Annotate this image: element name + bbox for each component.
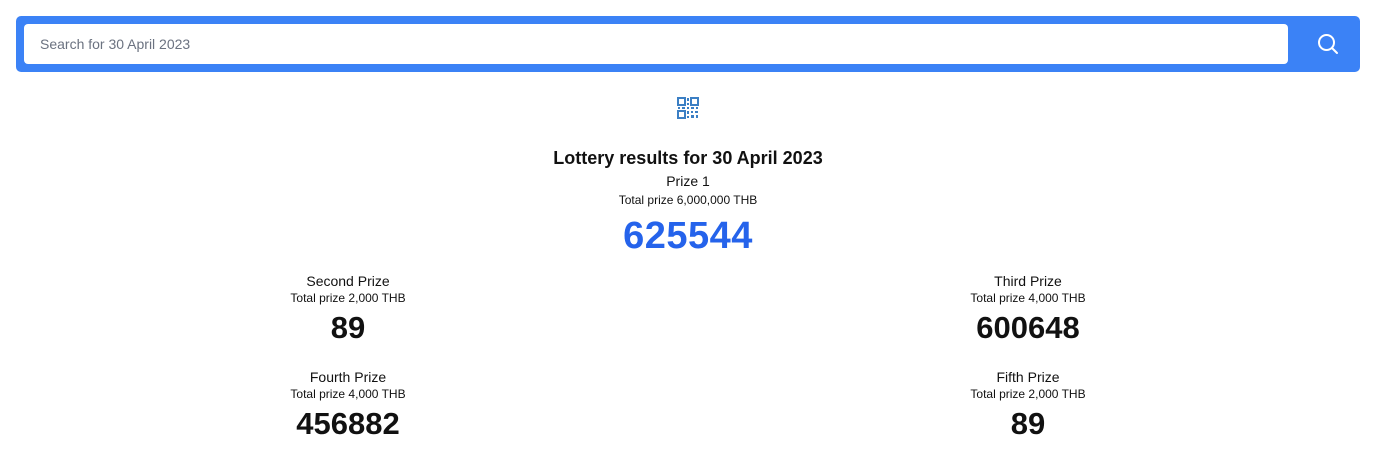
search-bar (16, 16, 1360, 72)
prize-total: Total prize 2,000 THB (970, 387, 1086, 401)
third-prize: Third Prize Total prize 4,000 THB 600648 (878, 272, 1178, 350)
second-prize: Second Prize Total prize 2,000 THB 89 (198, 272, 498, 350)
prize-label: Third Prize (994, 273, 1062, 289)
prize-label: Fourth Prize (309, 369, 387, 385)
fourth-prize: Fourth Prize Total prize 4,000 THB 45688… (198, 368, 498, 446)
prize-number: 89 (330, 310, 366, 345)
search-icon (1318, 34, 1338, 54)
first-prize-total: Total prize 6,000,000 THB (618, 193, 758, 207)
prize-total: Total prize 4,000 THB (970, 291, 1086, 305)
prize-total: Total prize 2,000 THB (290, 291, 406, 305)
search-input[interactable] (24, 24, 1288, 64)
prize-number: 600648 (976, 310, 1080, 345)
first-prize-number: 625544 (623, 215, 753, 257)
results-title: Lottery results for 30 April 2023 (553, 148, 823, 168)
first-prize-label: Prize 1 (666, 173, 710, 189)
fifth-prize: Fifth Prize Total prize 2,000 THB 89 (878, 368, 1178, 446)
qr-code-icon[interactable] (677, 97, 699, 119)
prize-label: Fifth Prize (996, 369, 1060, 385)
search-button[interactable] (1296, 16, 1360, 72)
prize-total: Total prize 4,000 THB (290, 387, 406, 401)
prize-number: 456882 (296, 406, 400, 441)
prize-number: 89 (1010, 406, 1046, 441)
prize-label: Second Prize (306, 273, 390, 289)
